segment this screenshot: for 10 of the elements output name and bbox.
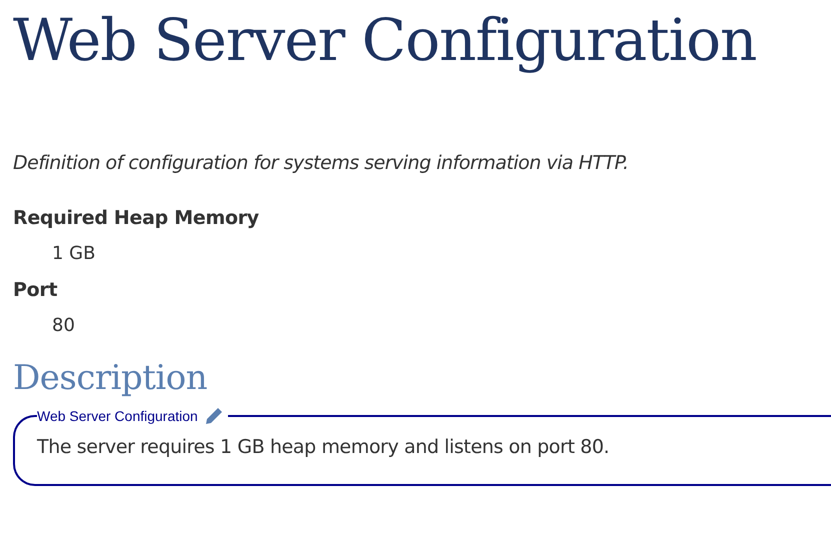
pencil-icon[interactable] [204, 406, 224, 426]
property-value: 80 [52, 314, 76, 338]
property-name: Port [13, 278, 58, 303]
property-name: Required Heap Memory [13, 206, 260, 231]
property-value: 1 GB [52, 242, 96, 266]
page-title: Web Server Configuration [13, 5, 758, 76]
definition-text: Definition of configuration for systems serving information via HTTP. [13, 151, 630, 176]
section-heading: Description [13, 357, 208, 400]
description-text: The server requires 1 GB heap memory and listens on port 80. [37, 436, 610, 458]
panel-legend: Web Server Configuration [37, 408, 198, 424]
